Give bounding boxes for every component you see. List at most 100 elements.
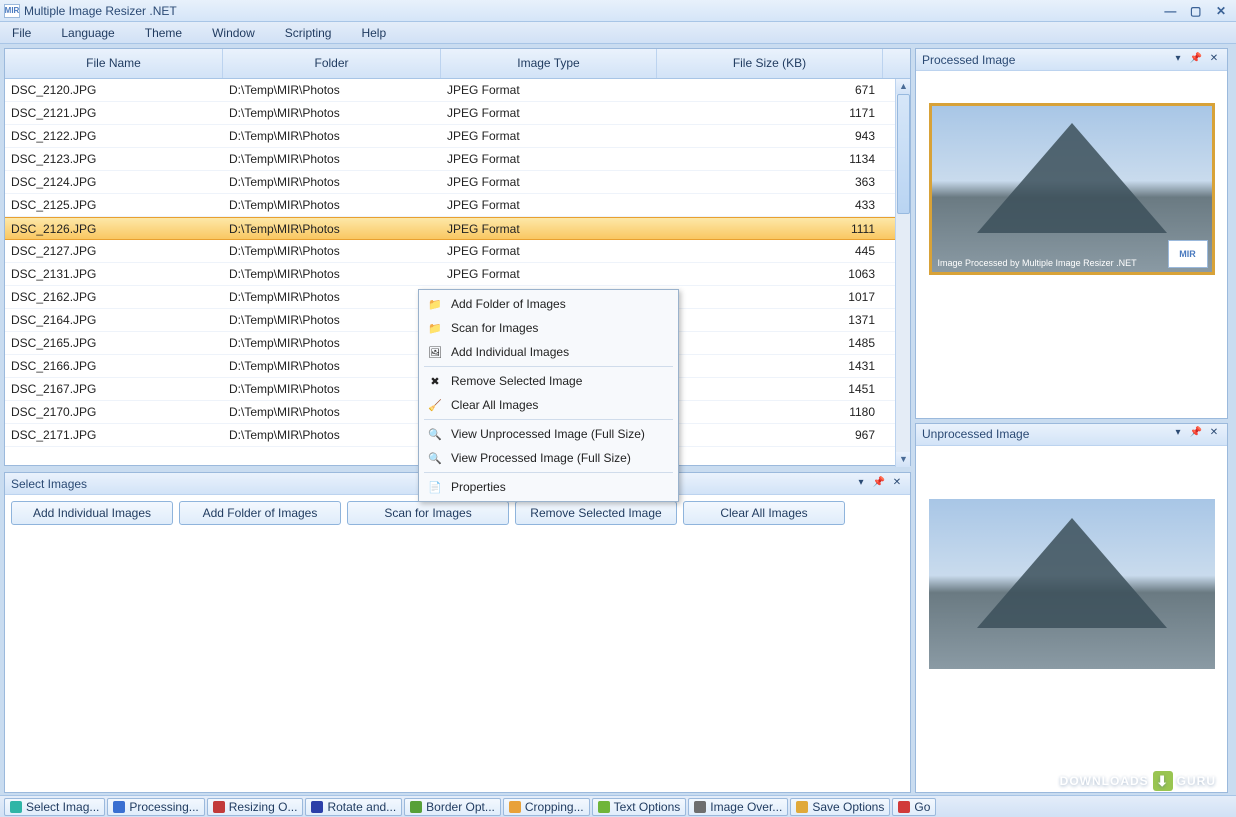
tab-processing[interactable]: Processing... [107,798,204,816]
minimize-button[interactable]: — [1159,4,1181,18]
cell-fn: DSC_2166.JPG [5,359,223,373]
menu-item-add-folder-of-images[interactable]: 📁Add Folder of Images [421,292,676,316]
table-row[interactable]: DSC_2124.JPGD:\Temp\MIR\PhotosJPEG Forma… [5,171,910,194]
cell-fs: 1371 [657,313,883,327]
scan-for-images-button[interactable]: Scan for Images [347,501,509,525]
table-row[interactable]: DSC_2126.JPGD:\Temp\MIR\PhotosJPEG Forma… [5,217,910,240]
tab-text-options[interactable]: Text Options [592,798,687,816]
table-row[interactable]: DSC_2122.JPGD:\Temp\MIR\PhotosJPEG Forma… [5,125,910,148]
cell-fn: DSC_2162.JPG [5,290,223,304]
scroll-down-arrow-icon[interactable]: ▼ [896,452,910,467]
panel-dropdown-icon[interactable]: ▾ [1171,427,1185,441]
col-folder[interactable]: Folder [223,49,441,78]
panel-close-icon[interactable]: ✕ [1207,53,1221,67]
table-row[interactable]: DSC_2123.JPGD:\Temp\MIR\PhotosJPEG Forma… [5,148,910,171]
pyramid-shape [977,123,1167,233]
cell-fs: 445 [657,244,883,258]
tab-label: Resizing O... [229,800,298,814]
clear-all-images-button[interactable]: Clear All Images [683,501,845,525]
tab-icon [898,801,910,813]
tab-select-imag[interactable]: Select Imag... [4,798,105,816]
menu-item-properties[interactable]: 📄Properties [421,475,676,499]
cell-it: JPEG Format [441,106,657,120]
cell-fn: DSC_2167.JPG [5,382,223,396]
menu-item-view-processed-image-full-size[interactable]: 🔍View Processed Image (Full Size) [421,446,676,470]
processed-image-header: Processed Image ▾ 📌 ✕ [916,49,1227,71]
tab-icon [10,801,22,813]
vertical-scrollbar[interactable]: ▲ ▼ [895,79,910,467]
menu-item-label: Add Folder of Images [451,297,566,311]
tab-icon [213,801,225,813]
cell-fd: D:\Temp\MIR\Photos [223,336,441,350]
table-row[interactable]: DSC_2125.JPGD:\Temp\MIR\PhotosJPEG Forma… [5,194,910,217]
panel-close-icon[interactable]: ✕ [890,477,904,491]
scroll-thumb[interactable] [897,94,910,214]
col-file-name[interactable]: File Name [5,49,223,78]
panel-dropdown-icon[interactable]: ▾ [1171,53,1185,67]
close-button[interactable]: ✕ [1210,4,1232,18]
cell-fd: D:\Temp\MIR\Photos [223,198,441,212]
menu-item-icon: ✖ [427,373,443,389]
panel-pin-icon[interactable]: 📌 [1189,53,1203,67]
panel-pin-icon[interactable]: 📌 [1189,427,1203,441]
cell-fn: DSC_2125.JPG [5,198,223,212]
menu-item-view-unprocessed-image-full-size[interactable]: 🔍View Unprocessed Image (Full Size) [421,422,676,446]
menu-help[interactable]: Help [355,24,392,42]
tab-save-options[interactable]: Save Options [790,798,890,816]
menu-window[interactable]: Window [206,24,261,42]
menu-scripting[interactable]: Scripting [279,24,338,42]
menu-item-add-individual-images[interactable]: 🖼Add Individual Images [421,340,676,364]
remove-selected-image-button[interactable]: Remove Selected Image [515,501,677,525]
add-individual-images-button[interactable]: Add Individual Images [11,501,173,525]
menu-item-label: View Unprocessed Image (Full Size) [451,427,645,441]
cell-fn: DSC_2126.JPG [5,222,223,236]
tab-icon [311,801,323,813]
table-row[interactable]: DSC_2131.JPGD:\Temp\MIR\PhotosJPEG Forma… [5,263,910,286]
cell-it: JPEG Format [441,244,657,258]
scroll-up-arrow-icon[interactable]: ▲ [896,79,910,94]
menu-item-scan-for-images[interactable]: 📁Scan for Images [421,316,676,340]
cell-it: JPEG Format [441,129,657,143]
tab-border-opt[interactable]: Border Opt... [404,798,501,816]
tab-label: Cropping... [525,800,584,814]
tab-label: Go [914,800,930,814]
maximize-button[interactable]: ▢ [1185,4,1207,18]
processed-image-panel: Processed Image ▾ 📌 ✕ Image Processed by… [915,48,1228,419]
cell-it: JPEG Format [441,222,657,236]
app-icon: MIR [4,4,20,18]
menu-theme[interactable]: Theme [139,24,188,42]
add-folder-of-images-button[interactable]: Add Folder of Images [179,501,341,525]
titlebar: MIR Multiple Image Resizer .NET — ▢ ✕ [0,0,1236,22]
menu-file[interactable]: File [6,24,37,42]
cell-fn: DSC_2170.JPG [5,405,223,419]
cell-fs: 671 [657,83,883,97]
panel-pin-icon[interactable]: 📌 [872,477,886,491]
tab-go[interactable]: Go [892,798,936,816]
menu-item-clear-all-images[interactable]: 🧹Clear All Images [421,393,676,417]
menu-item-remove-selected-image[interactable]: ✖Remove Selected Image [421,369,676,393]
tab-icon [410,801,422,813]
menu-item-icon: 🖼 [427,344,443,360]
menu-language[interactable]: Language [55,24,120,42]
watermark-downloads: DOWNLOADS [1060,774,1149,788]
tab-rotate-and[interactable]: Rotate and... [305,798,402,816]
tab-icon [796,801,808,813]
table-row[interactable]: DSC_2121.JPGD:\Temp\MIR\PhotosJPEG Forma… [5,102,910,125]
cell-fs: 433 [657,198,883,212]
unprocessed-image-preview[interactable] [929,499,1215,669]
processed-image-preview[interactable]: Image Processed by Multiple Image Resize… [929,103,1215,275]
cell-fd: D:\Temp\MIR\Photos [223,267,441,281]
panel-close-icon[interactable]: ✕ [1207,427,1221,441]
tab-label: Text Options [614,800,681,814]
tab-resizing-o[interactable]: Resizing O... [207,798,304,816]
cell-it: JPEG Format [441,175,657,189]
col-file-size[interactable]: File Size (KB) [657,49,883,78]
col-image-type[interactable]: Image Type [441,49,657,78]
tab-cropping[interactable]: Cropping... [503,798,590,816]
panel-dropdown-icon[interactable]: ▾ [854,477,868,491]
table-row[interactable]: DSC_2127.JPGD:\Temp\MIR\PhotosJPEG Forma… [5,240,910,263]
tab-image-over[interactable]: Image Over... [688,798,788,816]
cell-it: JPEG Format [441,83,657,97]
table-row[interactable]: DSC_2120.JPGD:\Temp\MIR\PhotosJPEG Forma… [5,79,910,102]
processed-image-body: Image Processed by Multiple Image Resize… [916,71,1227,418]
